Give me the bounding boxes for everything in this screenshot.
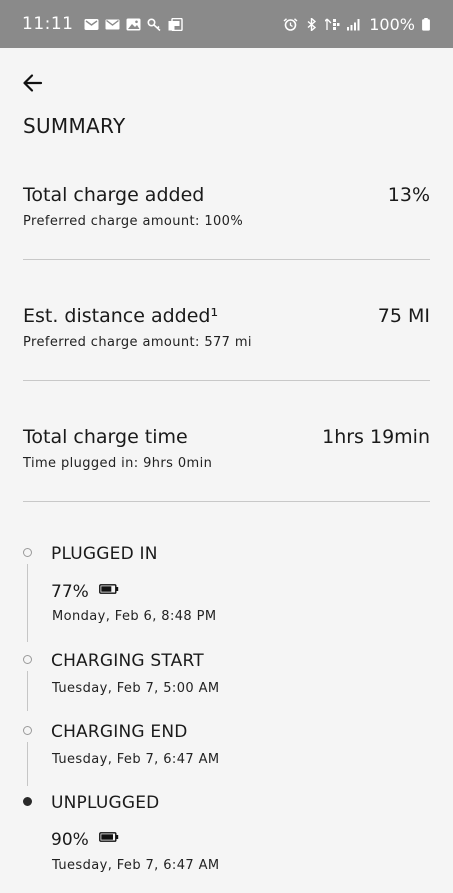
metric-label: Est. distance added¹ bbox=[23, 305, 219, 327]
metric-subtext: Preferred charge amount: 100% bbox=[23, 214, 244, 229]
status-bar: 11:11 100% bbox=[0, 0, 453, 48]
total-charge-added-row: Total charge added 13% Preferred charge … bbox=[23, 184, 430, 229]
timeline-dot bbox=[23, 726, 32, 735]
timeline-event-date: Tuesday, Feb 7, 6:47 AM bbox=[52, 858, 220, 873]
metric-value: 1hrs 19min bbox=[322, 426, 430, 448]
alarm-icon bbox=[283, 17, 298, 31]
status-right: 100% bbox=[283, 15, 431, 34]
total-charge-time-row: Total charge time 1hrs 19min Time plugge… bbox=[23, 426, 430, 471]
status-left: 11:11 bbox=[22, 14, 183, 34]
battery-icon bbox=[98, 832, 119, 842]
timeline-dot bbox=[23, 655, 32, 664]
mail-icon bbox=[105, 18, 120, 31]
divider bbox=[23, 380, 430, 381]
timeline-event-date: Tuesday, Feb 7, 6:47 AM bbox=[52, 752, 220, 767]
divider bbox=[23, 501, 430, 502]
est-distance-added-row: Est. distance added¹ 75 MI Preferred cha… bbox=[23, 305, 430, 350]
image-icon bbox=[126, 18, 141, 31]
timeline-event-title: CHARGING END bbox=[51, 722, 188, 742]
bluetooth-icon bbox=[304, 17, 319, 31]
divider bbox=[23, 259, 430, 260]
back-button[interactable] bbox=[18, 68, 48, 98]
metric-subtext: Time plugged in: 9hrs 0min bbox=[23, 456, 213, 471]
timeline-event-title: PLUGGED IN bbox=[51, 544, 158, 564]
metric-subtext: Preferred charge amount: 577 mi bbox=[23, 335, 252, 350]
voicemail-icon bbox=[84, 18, 99, 31]
timeline-dot bbox=[23, 548, 32, 557]
device-icon bbox=[168, 17, 183, 31]
timeline-connector bbox=[27, 671, 28, 711]
signal-icon bbox=[346, 18, 361, 31]
battery-percent-text: 77% bbox=[51, 582, 89, 602]
timeline-event-title: CHARGING START bbox=[51, 651, 204, 671]
timeline-battery-percent: 77% bbox=[51, 582, 119, 602]
battery-icon bbox=[421, 17, 431, 31]
timeline-connector bbox=[27, 742, 28, 786]
timeline-battery-percent: 90% bbox=[51, 830, 119, 850]
battery-icon bbox=[98, 584, 119, 594]
metric-value: 13% bbox=[387, 184, 430, 206]
page-title: SUMMARY bbox=[23, 114, 126, 138]
arrow-left-icon bbox=[23, 74, 43, 92]
metric-value: 75 MI bbox=[377, 305, 430, 327]
timeline-event-date: Tuesday, Feb 7, 5:00 AM bbox=[52, 681, 220, 696]
wifi-call-icon bbox=[325, 18, 340, 31]
metric-label: Total charge time bbox=[23, 426, 188, 448]
timeline-dot-active bbox=[23, 797, 32, 806]
status-time: 11:11 bbox=[22, 14, 74, 34]
timeline-event-title: UNPLUGGED bbox=[51, 793, 160, 813]
timeline-event-date: Monday, Feb 6, 8:48 PM bbox=[52, 609, 217, 624]
timeline-connector bbox=[27, 564, 28, 642]
charge-summary-screen: SUMMARY Total charge added 13% Preferred… bbox=[0, 48, 453, 893]
key-icon bbox=[146, 17, 162, 31]
battery-percent: 100% bbox=[369, 14, 415, 34]
battery-percent-text: 90% bbox=[51, 830, 89, 850]
metric-label: Total charge added bbox=[23, 184, 205, 206]
